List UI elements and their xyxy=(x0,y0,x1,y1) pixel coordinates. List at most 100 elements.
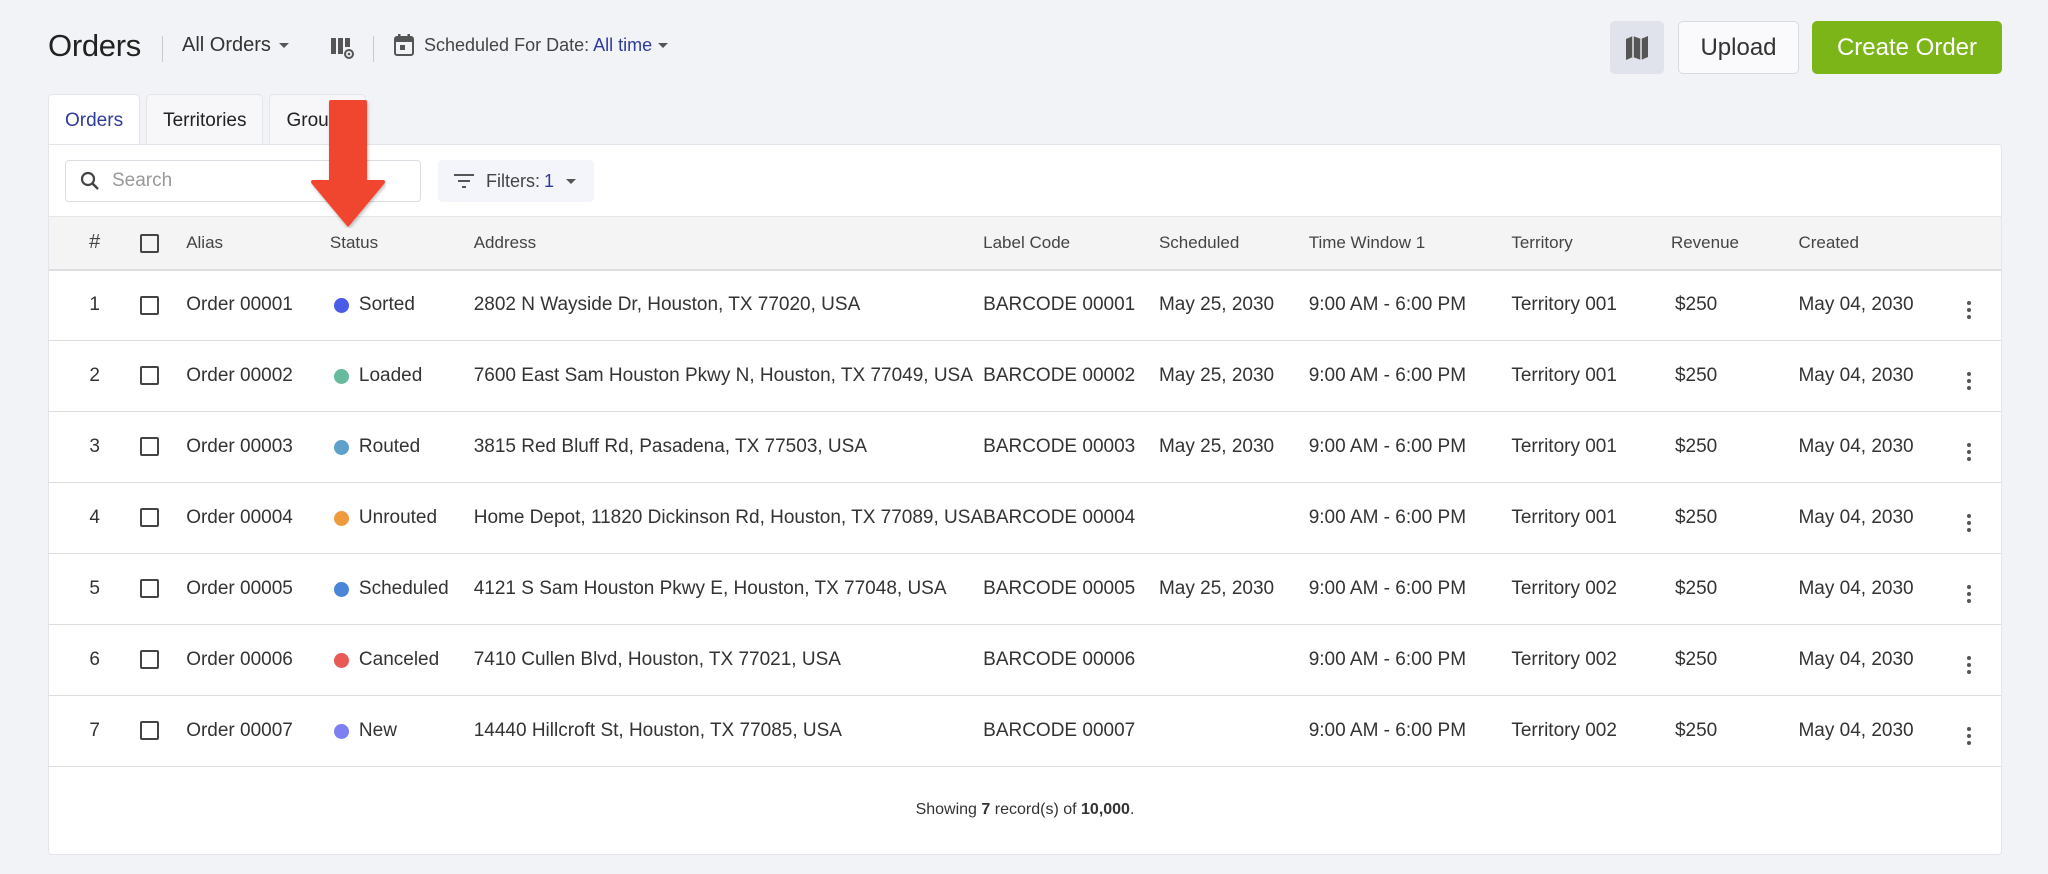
filters-label: Filters: xyxy=(486,170,540,191)
order-address: 2802 N Wayside Dr, Houston, TX 77020, US… xyxy=(473,294,861,316)
status-dot-icon xyxy=(333,510,349,526)
table-row[interactable]: 5 Order 00005 Scheduled 4121 S Sam Houston … xyxy=(49,554,2001,625)
order-alias[interactable]: Order 00003 xyxy=(186,412,330,483)
revenue-value: $250 xyxy=(1674,507,1718,528)
create-order-button[interactable]: Create Order xyxy=(1812,21,2002,74)
upload-button[interactable]: Upload xyxy=(1678,21,1799,74)
order-created-date: May 04, 2030 xyxy=(1798,720,1914,741)
order-scheduled-date: May 25, 2030 xyxy=(1158,578,1275,599)
scheduled-date-filter[interactable]: Scheduled For Date: All time xyxy=(394,34,669,56)
filters-button[interactable]: Filters: 1 xyxy=(438,160,594,202)
status-badge: Sorted xyxy=(358,294,415,316)
table-row[interactable]: 4 Order 00004 Unrouted Home Depot, 11820 Di… xyxy=(49,483,2001,554)
table-row[interactable]: 3 Order 00003 Routed 3815 Red Bluff Rd, Pas… xyxy=(49,412,2001,483)
summary-prefix: Showing xyxy=(915,801,977,818)
status-badge: Loaded xyxy=(358,365,423,386)
table-row[interactable]: 1 Order 00001 Sorted 2802 N Wayside Dr, Hou… xyxy=(49,270,2001,341)
more-options-icon[interactable] xyxy=(1961,654,1977,676)
row-checkbox[interactable] xyxy=(140,721,160,741)
table-row[interactable]: 2 Order 00002 Loaded 7600 East Sam Houston … xyxy=(49,341,2001,412)
order-alias[interactable]: Order 00006 xyxy=(186,625,330,696)
row-checkbox-cell xyxy=(140,270,186,341)
map-view-button[interactable] xyxy=(1610,21,1664,74)
order-alias[interactable]: Order 00001 xyxy=(186,270,330,341)
row-checkbox-cell xyxy=(140,412,186,483)
order-territory: Territory 001 xyxy=(1511,294,1617,316)
order-address: Home Depot, 11820 Dickinson Rd, Houston,… xyxy=(473,507,984,528)
status-dot-icon xyxy=(333,297,349,313)
column-header-revenue[interactable]: Revenue xyxy=(1671,217,1799,270)
row-number: 1 xyxy=(89,294,100,316)
search-icon xyxy=(80,171,99,190)
row-checkbox[interactable] xyxy=(140,508,160,528)
column-header-actions xyxy=(1961,217,2001,270)
status-dot-icon xyxy=(333,723,349,739)
status-badge: Unrouted xyxy=(358,507,438,528)
row-checkbox[interactable] xyxy=(140,650,160,670)
order-alias[interactable]: Order 00002 xyxy=(186,341,330,412)
order-scheduled-date: May 25, 2030 xyxy=(1158,294,1275,316)
orders-table: # Alias Status Address Label Code Schedu… xyxy=(49,216,2001,767)
row-checkbox-cell xyxy=(140,554,186,625)
view-select-dropdown[interactable]: All Orders xyxy=(182,34,289,57)
order-alias[interactable]: Order 00005 xyxy=(186,554,330,625)
table-row[interactable]: 7 Order 00007 New 14440 Hillcroft St, Houst… xyxy=(49,696,2001,767)
status-cell: Unrouted xyxy=(330,483,474,554)
divider xyxy=(162,36,163,62)
column-header-scheduled[interactable]: Scheduled xyxy=(1159,217,1309,270)
order-address: 14440 Hillcroft St, Houston, TX 77085, U… xyxy=(473,720,842,741)
order-time-window: 9:00 AM - 6:00 PM xyxy=(1308,720,1467,741)
row-actions-cell xyxy=(1961,412,2001,483)
order-territory: Territory 002 xyxy=(1511,720,1617,741)
order-time-window: 9:00 AM - 6:00 PM xyxy=(1308,294,1467,316)
order-revenue: $250 xyxy=(1671,696,1799,767)
order-revenue: $250 xyxy=(1671,412,1799,483)
order-time-window: 9:00 AM - 6:00 PM xyxy=(1308,649,1467,670)
more-options-icon[interactable] xyxy=(1961,299,1977,321)
column-header-territory[interactable]: Territory xyxy=(1511,217,1671,270)
column-header-time-window[interactable]: Time Window 1 xyxy=(1309,217,1512,270)
order-address: 4121 S Sam Houston Pkwy E, Houston, TX 7… xyxy=(473,578,947,599)
tab-territories[interactable]: Territories xyxy=(146,94,264,146)
order-label-code: BARCODE 00002 xyxy=(983,365,1136,386)
divider xyxy=(373,36,374,62)
chevron-down-icon xyxy=(658,42,669,48)
row-checkbox[interactable] xyxy=(140,437,160,457)
order-revenue: $250 xyxy=(1671,341,1799,412)
calendar-icon xyxy=(394,34,414,56)
order-time-window: 9:00 AM - 6:00 PM xyxy=(1308,578,1467,599)
status-cell: New xyxy=(330,696,474,767)
more-options-icon[interactable] xyxy=(1961,512,1977,534)
row-number: 6 xyxy=(89,649,100,670)
order-alias[interactable]: Order 00004 xyxy=(186,483,330,554)
column-header-number[interactable]: # xyxy=(49,217,140,270)
page-title: Orders xyxy=(48,28,141,63)
row-checkbox[interactable] xyxy=(140,579,160,599)
records-summary: Showing 7 record(s) of 10,000. xyxy=(49,766,2001,854)
row-checkbox[interactable] xyxy=(140,366,160,386)
more-options-icon[interactable] xyxy=(1961,370,1977,392)
column-header-label-code[interactable]: Label Code xyxy=(983,217,1159,270)
order-time-window: 9:00 AM - 6:00 PM xyxy=(1308,436,1467,457)
row-checkbox[interactable] xyxy=(140,295,160,315)
column-header-created[interactable]: Created xyxy=(1798,217,1961,270)
more-options-icon[interactable] xyxy=(1961,441,1977,463)
order-alias[interactable]: Order 00007 xyxy=(186,696,330,767)
order-revenue: $250 xyxy=(1671,625,1799,696)
column-settings-icon[interactable] xyxy=(331,38,355,60)
status-cell: Canceled xyxy=(330,625,474,696)
status-badge: Routed xyxy=(358,436,421,457)
column-header-alias[interactable]: Alias xyxy=(186,217,330,270)
order-territory: Territory 001 xyxy=(1511,507,1617,528)
row-actions-cell xyxy=(1961,341,2001,412)
select-all-checkbox[interactable] xyxy=(140,233,160,253)
more-options-icon[interactable] xyxy=(1961,583,1977,605)
order-territory: Territory 002 xyxy=(1511,649,1617,670)
table-row[interactable]: 6 Order 00006 Canceled 7410 Cullen Blvd, Ho… xyxy=(49,625,2001,696)
tab-orders[interactable]: Orders xyxy=(48,94,141,146)
column-header-address[interactable]: Address xyxy=(474,217,983,270)
status-badge: New xyxy=(358,720,397,741)
revenue-value: $250 xyxy=(1674,720,1718,741)
more-options-icon[interactable] xyxy=(1961,725,1977,747)
summary-shown-count: 7 xyxy=(981,801,991,818)
